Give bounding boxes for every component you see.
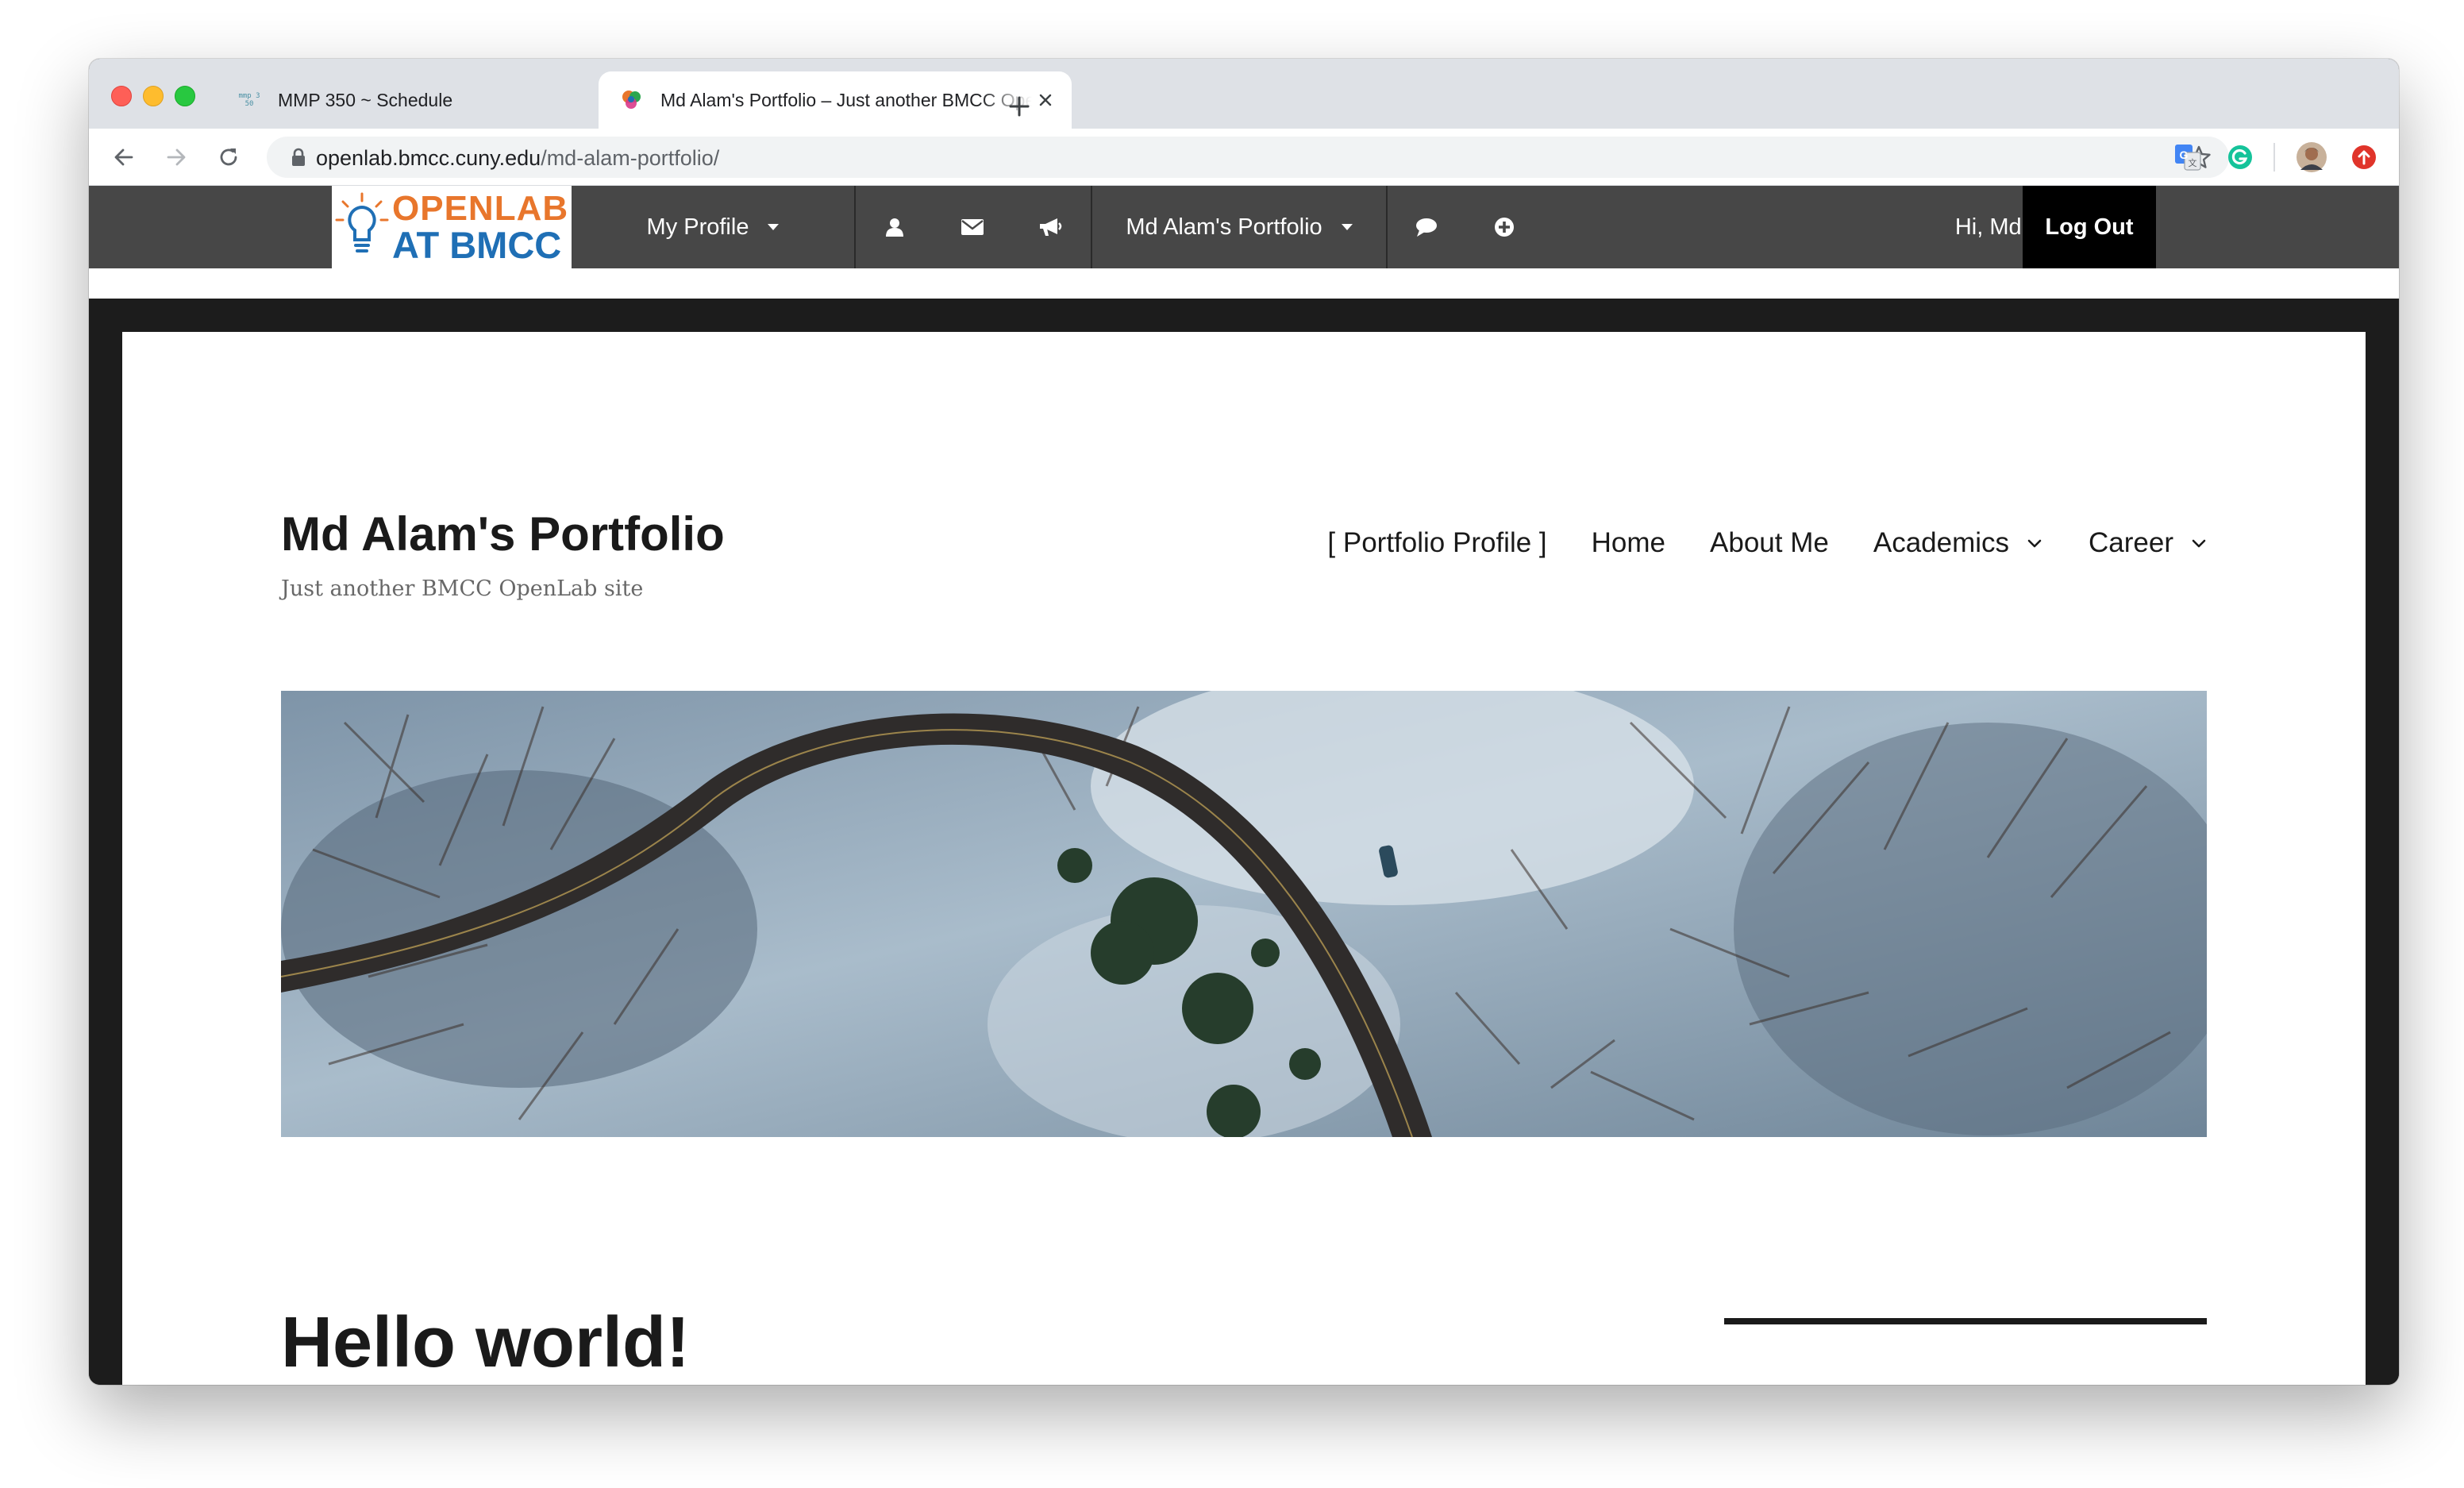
window-maximize-button[interactable] xyxy=(175,86,195,106)
admin-bar-spacer xyxy=(89,268,2399,299)
envelope-icon xyxy=(961,219,984,235)
mmp-350-favicon-text: mmp 350 xyxy=(238,92,260,108)
profile-button[interactable] xyxy=(856,186,934,268)
window-close-button[interactable] xyxy=(111,86,132,106)
my-profile-label: My Profile xyxy=(646,214,749,240)
toolbar-divider xyxy=(2273,143,2275,172)
log-out-button[interactable]: Log Out xyxy=(2023,186,2156,268)
openlab-logo[interactable]: OPENLAB AT BMCC xyxy=(332,186,572,268)
browser-window: mmp 350 MMP 350 ~ Schedule Md Alam's Por… xyxy=(89,59,2399,1385)
messages-button[interactable] xyxy=(934,186,1011,268)
nav-item-academics[interactable]: Academics xyxy=(1873,527,2044,559)
caret-down-icon xyxy=(768,224,780,230)
url-text[interactable]: openlab.bmcc.cuny.edu/md-alam-portfolio/ xyxy=(316,146,719,171)
sidebar-divider xyxy=(1724,1318,2207,1324)
site-page: Md Alam's Portfolio Just another BMCC Op… xyxy=(122,332,2366,1385)
browser-toolbar: openlab.bmcc.cuny.edu/md-alam-portfolio/… xyxy=(89,129,2399,186)
my-profile-menu[interactable]: My Profile xyxy=(572,186,854,268)
site-title[interactable]: Md Alam's Portfolio xyxy=(281,507,725,561)
nav-item-career[interactable]: Career xyxy=(2089,527,2208,559)
megaphone-icon xyxy=(1040,218,1062,236)
page-viewport: OPENLAB AT BMCC My Profile Md Alam's Por… xyxy=(89,186,2399,1385)
lock-icon[interactable] xyxy=(291,148,306,167)
openlab-admin-bar: OPENLAB AT BMCC My Profile Md Alam's Por… xyxy=(89,186,2399,268)
caret-down-icon xyxy=(1341,224,1353,230)
chevron-down-icon[interactable] xyxy=(2189,534,2208,553)
forward-button[interactable] xyxy=(157,138,195,176)
site-menu[interactable]: Md Alam's Portfolio xyxy=(1092,186,1386,268)
new-content-button[interactable] xyxy=(1465,186,1543,268)
avatar xyxy=(2297,142,2327,172)
aerial-winter-road-image xyxy=(281,691,2207,1137)
mmp-350-favicon-icon: mmp 350 xyxy=(237,87,262,113)
user-icon xyxy=(886,218,903,237)
tab-title: Md Alam's Portfolio – Just another BMCC … xyxy=(660,89,1032,110)
url-path: /md-alam-portfolio/ xyxy=(541,146,720,170)
profile-avatar[interactable] xyxy=(2293,138,2331,176)
reload-icon xyxy=(220,148,237,166)
nav-item-label: Career xyxy=(2089,527,2173,558)
comment-icon xyxy=(1416,218,1437,237)
tab-title: MMP 350 ~ Schedule xyxy=(278,89,453,110)
openlab-favicon-icon xyxy=(622,91,641,109)
new-tab-button[interactable] xyxy=(997,84,1041,129)
logo-text-openlab: OPENLAB xyxy=(392,189,569,228)
chevron-down-icon[interactable] xyxy=(2025,534,2044,553)
svg-text:G: G xyxy=(2180,148,2189,161)
main-navigation: [ Portfolio Profile ] Home About Me Acad… xyxy=(1327,527,2208,559)
address-bar[interactable]: openlab.bmcc.cuny.edu/md-alam-portfolio/ xyxy=(267,137,2229,178)
nav-item-label: Home xyxy=(1591,527,1666,558)
chrome-update-button[interactable] xyxy=(2345,138,2383,176)
grammarly-extension[interactable] xyxy=(2221,138,2259,176)
url-host: openlab.bmcc.cuny.edu xyxy=(316,146,541,170)
log-out-label: Log Out xyxy=(2045,214,2134,240)
tab-strip: mmp 350 MMP 350 ~ Schedule Md Alam's Por… xyxy=(89,59,2399,129)
site-menu-label: Md Alam's Portfolio xyxy=(1126,214,1322,240)
nav-item-portfolio-profile[interactable]: [ Portfolio Profile ] xyxy=(1327,527,1546,559)
comments-button[interactable] xyxy=(1388,186,1465,268)
forward-arrow-icon xyxy=(167,148,186,166)
notifications-button[interactable] xyxy=(1011,186,1089,268)
reload-button[interactable] xyxy=(210,138,248,176)
plus-icon xyxy=(1009,96,1030,117)
logo-text-at-bmcc: AT BMCC xyxy=(392,224,562,266)
nav-item-label: About Me xyxy=(1710,527,1829,558)
google-translate-extension[interactable]: G文 xyxy=(2169,138,2207,176)
svg-text:文: 文 xyxy=(2189,157,2197,168)
update-badge-icon xyxy=(2352,145,2376,169)
site-description: Just another BMCC OpenLab site xyxy=(281,576,644,601)
google-translate-icon: G文 xyxy=(2175,145,2201,171)
plus-circle-icon xyxy=(1495,218,1514,237)
back-button[interactable] xyxy=(105,138,143,176)
nav-item-label: [ Portfolio Profile ] xyxy=(1327,527,1547,558)
header-image[interactable] xyxy=(281,691,2207,1137)
post-title[interactable]: Hello world! xyxy=(281,1307,690,1378)
grammarly-icon xyxy=(2228,145,2252,169)
back-arrow-icon xyxy=(114,148,133,166)
window-minimize-button[interactable] xyxy=(143,86,164,106)
nav-item-about-me[interactable]: About Me xyxy=(1710,527,1829,559)
nav-item-home[interactable]: Home xyxy=(1592,527,1665,559)
nav-item-label: Academics xyxy=(1873,527,2010,558)
